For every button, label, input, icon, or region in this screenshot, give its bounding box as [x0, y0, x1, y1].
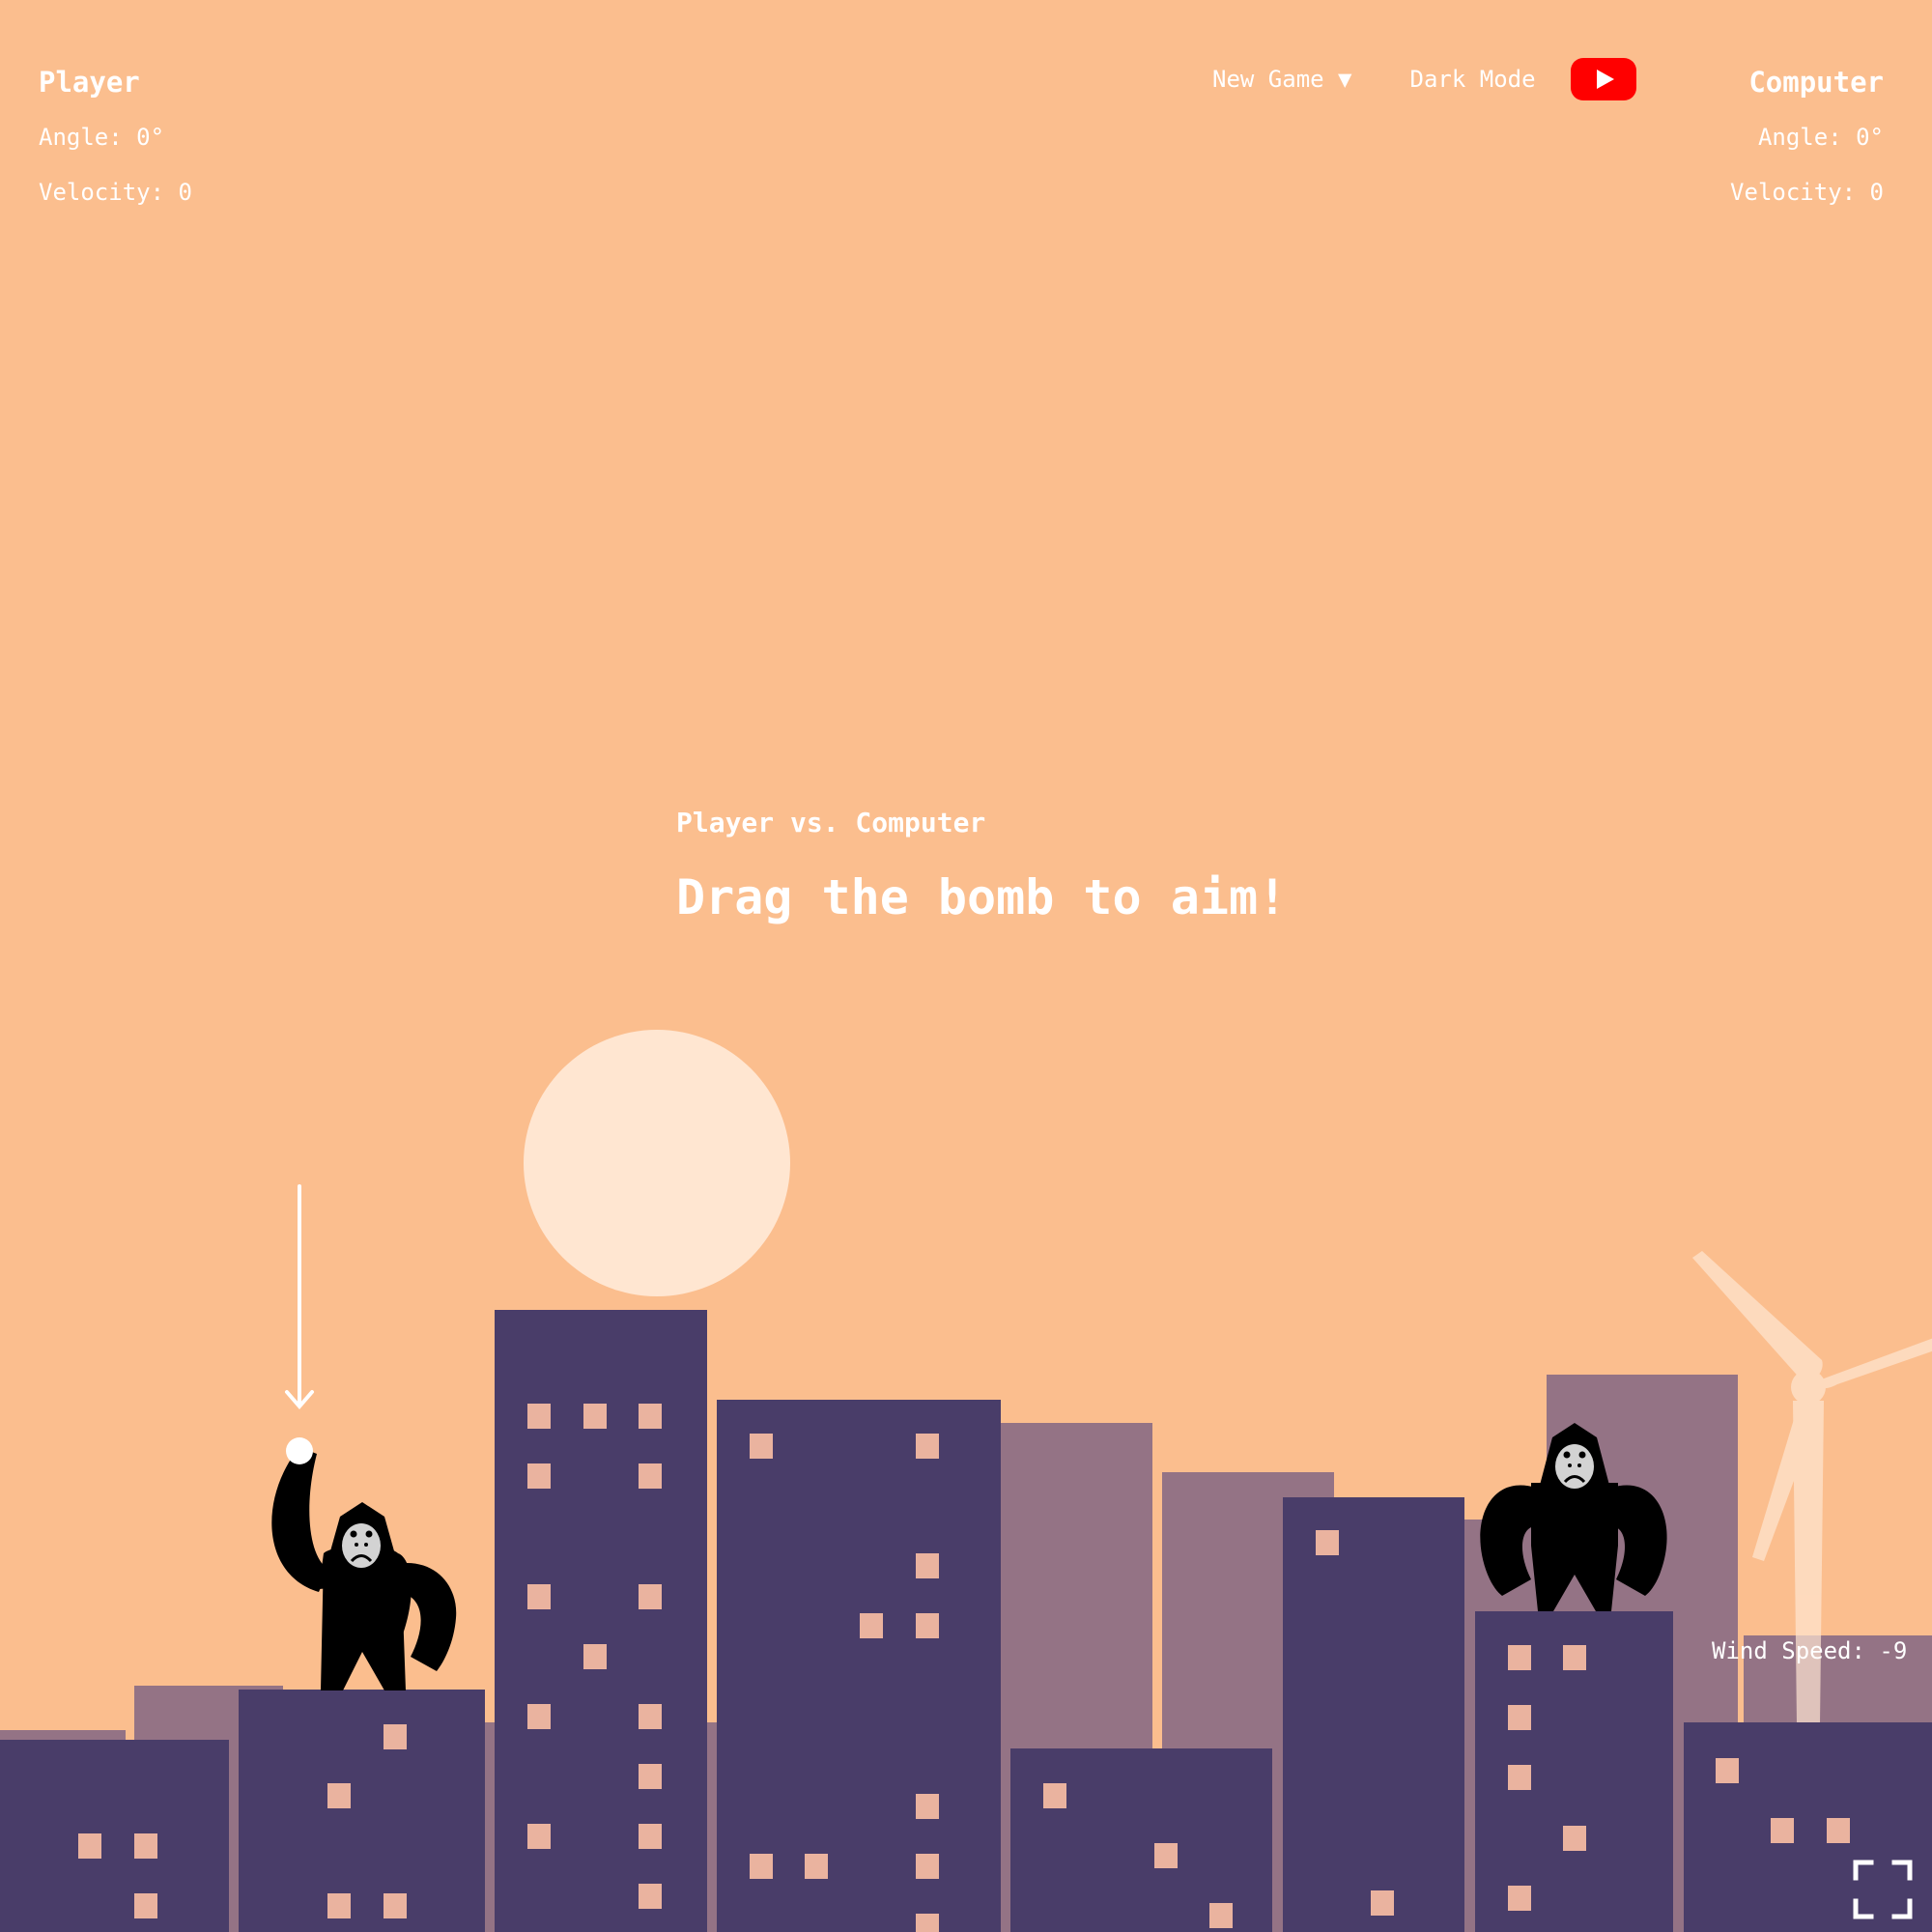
player2-angle: Angle: 0° — [1757, 124, 1884, 151]
player1-velocity: Velocity: 0 — [39, 179, 192, 206]
dark-mode-toggle[interactable]: Dark Mode — [1410, 66, 1536, 93]
game-scene — [0, 1030, 1932, 1932]
instructions: Player vs. Computer Drag the bomb to aim… — [676, 802, 1287, 931]
bomb[interactable] — [286, 1437, 313, 1464]
player1-info: Player Angle: 0° Velocity: 0 — [39, 62, 192, 232]
fullscreen-icon[interactable] — [1853, 1860, 1913, 1919]
new-game-dropdown[interactable]: New Game ▼ — [1212, 66, 1352, 93]
top-nav: New Game ▼ Dark Mode — [1212, 56, 1636, 102]
aim-arrow — [285, 1184, 314, 1410]
player2-velocity: Velocity: 0 — [1730, 179, 1884, 206]
wind-speed-label: Wind Speed: -9 — [1712, 1637, 1908, 1664]
instructions-title: Drag the bomb to aim! — [676, 869, 1288, 925]
sun — [524, 1030, 790, 1296]
player2-info: Computer Angle: 0° Velocity: 0 — [1730, 62, 1884, 232]
youtube-play-icon[interactable] — [1570, 58, 1636, 100]
instructions-subtitle: Player vs. Computer — [676, 807, 986, 838]
player-gorilla — [271, 1447, 457, 1690]
player1-name: Player — [39, 66, 140, 99]
player2-name: Computer — [1748, 66, 1884, 99]
player1-angle: Angle: 0° — [39, 124, 165, 151]
